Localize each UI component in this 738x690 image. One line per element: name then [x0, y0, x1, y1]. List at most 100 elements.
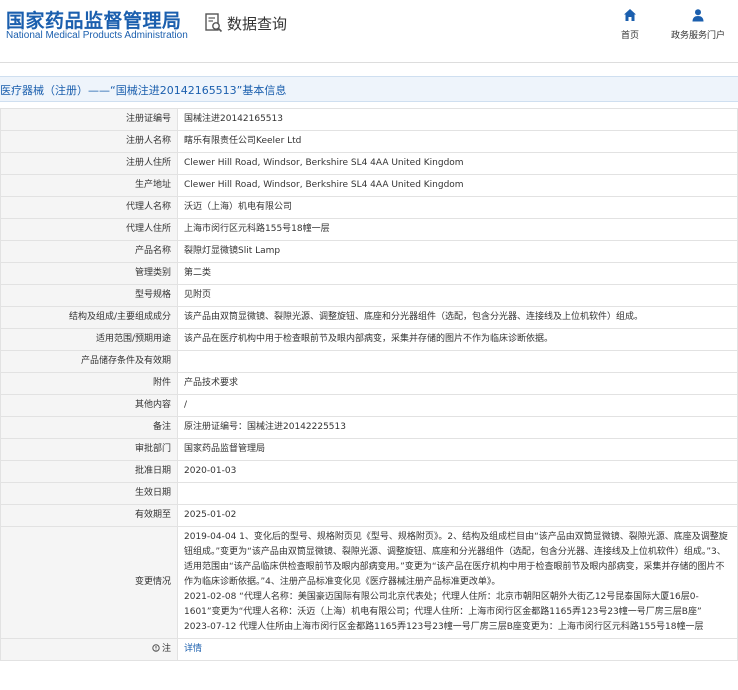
row-label-text: 管理类别: [134, 268, 171, 278]
table-row: 结构及组成/主要组成成分 该产品由双筒显微镜、裂隙光源、调整旋钮、底座和分光器组件…: [0, 306, 738, 329]
row-value: /: [177, 394, 738, 417]
site-header: 国家药品监督管理局 National Medical Products Admi…: [0, 0, 738, 58]
row-value: 产品技术要求: [177, 372, 738, 395]
home-icon: [624, 9, 636, 21]
row-label-text: 其他内容: [134, 400, 171, 410]
logo-title-cn[interactable]: 国家药品监督管理局: [6, 6, 182, 33]
header-divider: [0, 62, 738, 63]
table-row: 代理人住所 上海市闵行区元科路155号18幢一层: [0, 218, 738, 241]
data-query-title: 数据查询: [227, 14, 288, 33]
row-label-text: 结构及组成/主要组成成分: [68, 312, 171, 322]
table-row: 生产地址 Clewer Hill Road, Windsor, Berkshire…: [0, 174, 738, 197]
data-query-section: 数据查询: [205, 12, 287, 34]
row-label-text: 注册人住所: [125, 158, 171, 168]
table-row: 变更情况 2019-04-04 1、变化后的型号、规格附页见《型号、规格附页》。2…: [0, 526, 738, 639]
row-value: 见附页: [177, 284, 738, 307]
row-label: 变更情况: [0, 526, 178, 639]
row-label: 附件: [0, 372, 178, 395]
logo-title-en[interactable]: National Medical Products Administration: [6, 30, 188, 41]
row-label: 管理类别: [0, 262, 178, 285]
row-label: 型号规格: [0, 284, 178, 307]
row-value: 国家药品监督管理局: [177, 438, 738, 461]
row-label-text: 生效日期: [134, 488, 171, 498]
row-label: 注: [0, 638, 178, 661]
row-label-text: 附件: [152, 378, 171, 388]
row-label-text: 型号规格: [134, 290, 171, 300]
row-label-text: 代理人名称: [125, 202, 171, 212]
row-value: Clewer Hill Road, Windsor, Berkshire SL4…: [177, 174, 738, 197]
row-label: 生效日期: [0, 482, 178, 505]
row-label-text: 产品名称: [134, 246, 171, 256]
row-label-text: 产品储存条件及有效期: [80, 356, 171, 366]
table-row: 生效日期: [0, 482, 738, 505]
row-label: 代理人住所: [0, 218, 178, 241]
table-row: 附件 产品技术要求: [0, 372, 738, 395]
row-label-text: 有效期至: [134, 510, 171, 520]
row-value: 第二类: [177, 262, 738, 285]
table-row: 产品名称 裂隙灯显微镜Slit Lamp: [0, 240, 738, 263]
table-row: 适用范围/预期用途 该产品在医疗机构中用于检查眼前节及眼内部病变，采集并存储的图片…: [0, 328, 738, 351]
row-label-text: 注册人名称: [125, 136, 171, 146]
row-label: 产品名称: [0, 240, 178, 263]
row-label-text: 生产地址: [134, 180, 171, 190]
row-value: 沃迈（上海）机电有限公司: [177, 196, 738, 219]
table-row: 有效期至 2025-01-02: [0, 504, 738, 527]
row-value: 原注册证编号：国械注进20142225513: [177, 416, 738, 439]
row-label: 生产地址: [0, 174, 178, 197]
row-label-text: 代理人住所: [125, 224, 171, 234]
row-value: 2025-01-02: [177, 504, 738, 527]
table-row: 注册人名称 瞎乐有限责任公司Keeler Ltd: [0, 130, 738, 153]
nav-home-label: 首页: [620, 31, 639, 41]
note-icon: [152, 644, 160, 652]
row-value: 该产品在医疗机构中用于检查眼前节及眼内部病变，采集并存储的图片不作为临床诊断依据…: [177, 328, 738, 351]
device-info-table: 注册证编号 国械注进20142165513 注册人名称 瞎乐有限责任公司Keeler …: [0, 108, 738, 661]
row-value: Clewer Hill Road, Windsor, Berkshire SL4…: [177, 152, 738, 175]
row-value: [177, 482, 738, 505]
table-row: 型号规格 见附页: [0, 284, 738, 307]
table-row: 代理人名称 沃迈（上海）机电有限公司: [0, 196, 738, 219]
table-row: 备注 原注册证编号：国械注进20142225513: [0, 416, 738, 439]
row-label: 有效期至: [0, 504, 178, 527]
row-label: 批准日期: [0, 460, 178, 483]
table-row: 产品储存条件及有效期: [0, 350, 738, 373]
table-row: 注册证编号 国械注进20142165513: [0, 108, 738, 131]
row-value: 裂隙灯显微镜Slit Lamp: [177, 240, 738, 263]
row-value: 2019-04-04 1、变化后的型号、规格附页见《型号、规格附页》。2、结构及…: [177, 526, 738, 639]
page-title: 医疗器械（注册）——“国械注进20142165513”基本信息: [0, 84, 287, 97]
row-value: 瞎乐有限责任公司Keeler Ltd: [177, 130, 738, 153]
nav-home-link[interactable]: 首页: [615, 8, 645, 41]
row-label-text: 注册证编号: [125, 114, 171, 124]
row-value: [177, 350, 738, 373]
row-label: 备注: [0, 416, 178, 439]
table-row: 审批部门 国家药品监督管理局: [0, 438, 738, 461]
table-row: 批准日期 2020-01-03: [0, 460, 738, 483]
row-label: 其他内容: [0, 394, 178, 417]
row-value: 国械注进20142165513: [177, 108, 738, 131]
row-label-text: 变更情况: [134, 577, 171, 587]
user-icon: [692, 9, 704, 22]
row-label: 代理人名称: [0, 196, 178, 219]
row-label: 产品储存条件及有效期: [0, 350, 178, 373]
document-search-icon: [205, 13, 223, 33]
row-label: 注册人名称: [0, 130, 178, 153]
row-label: 注册证编号: [0, 108, 178, 131]
row-label: 适用范围/预期用途: [0, 328, 178, 351]
row-label: 结构及组成/主要组成成分: [0, 306, 178, 329]
details-link[interactable]: 详情: [184, 644, 202, 654]
row-label-text: 适用范围/预期用途: [95, 334, 171, 344]
table-row: 注 详情: [0, 638, 738, 661]
row-label-text: 审批部门: [134, 444, 171, 454]
row-label-text: 批准日期: [134, 466, 171, 476]
nav-portal-label: 政务服务门户: [670, 31, 725, 41]
row-value: 上海市闵行区元科路155号18幢一层: [177, 218, 738, 241]
row-value: 该产品由双筒显微镜、裂隙光源、调整旋钮、底座和分光器组件（选配，包含分光器、连接…: [177, 306, 738, 329]
row-label: 审批部门: [0, 438, 178, 461]
page-title-bar: 医疗器械（注册）——“国械注进20142165513”基本信息: [0, 76, 738, 102]
table-row: 其他内容 /: [0, 394, 738, 417]
nav-portal-link[interactable]: 政务服务门户: [663, 8, 733, 41]
row-label: 注册人住所: [0, 152, 178, 175]
row-value: 2020-01-03: [177, 460, 738, 483]
row-label-text: 注: [161, 644, 171, 654]
table-row: 注册人住所 Clewer Hill Road, Windsor, Berkshir…: [0, 152, 738, 175]
row-value: 详情: [177, 638, 738, 661]
